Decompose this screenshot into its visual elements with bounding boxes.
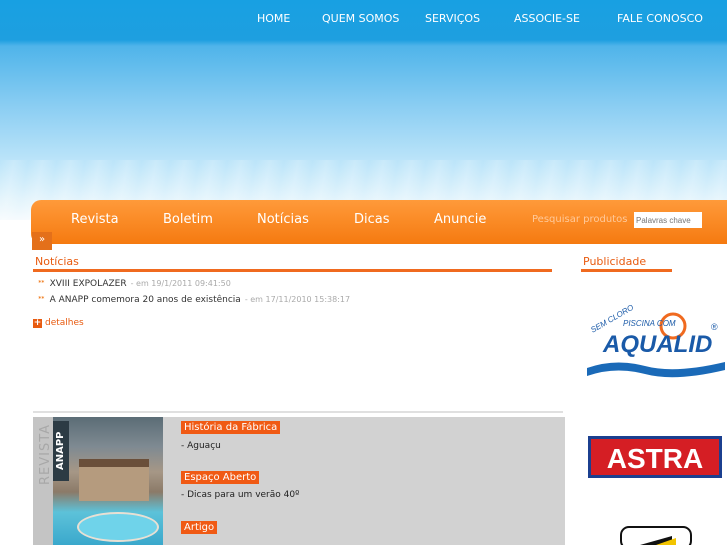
main-nav-revista[interactable]: Revista xyxy=(71,212,119,227)
main-nav-boletim[interactable]: Boletim xyxy=(163,212,213,227)
aqualid-wave xyxy=(587,362,725,378)
nav-servicos[interactable]: SERVIÇOS xyxy=(425,12,480,25)
magazine-logo: ANAPP xyxy=(53,421,69,481)
hero-banner xyxy=(0,0,727,220)
nav-quem-somos[interactable]: QUEM SOMOS xyxy=(322,12,399,25)
cover-pool xyxy=(77,512,159,542)
news-item[interactable]: ᕯ XVIII EXPOLAZER - em 19/1/2011 09:41:50 xyxy=(38,279,231,289)
search-label: Pesquisar produtos xyxy=(532,214,628,225)
details-link[interactable]: + detalhes xyxy=(33,318,84,328)
content-divider xyxy=(33,411,563,413)
news-item-date: - em 17/11/2010 15:38:17 xyxy=(244,295,351,304)
aqualid-ad[interactable]: SEM CLORO PISCINA COM AQUALID ® xyxy=(585,290,727,380)
search-input[interactable] xyxy=(634,212,702,228)
rss-icon: ᕯ xyxy=(38,279,45,288)
top-nav: HOME QUEM SOMOS SERVIÇOS ASSOCIE-SE FALE… xyxy=(0,12,727,26)
news-item-title[interactable]: XVIII EXPOLAZER xyxy=(50,279,127,289)
main-nav-bar: Revista Boletim Notícias Dicas Anuncie P… xyxy=(31,200,727,244)
section-desc: - Aguaçu xyxy=(181,441,221,451)
main-nav-dicas[interactable]: Dicas xyxy=(354,212,390,227)
rss-icon: ᕯ xyxy=(38,295,45,304)
nav-fale-conosco[interactable]: FALE CONOSCO xyxy=(617,12,703,25)
cover-house xyxy=(79,459,149,501)
magazine-side-label: REVISTA xyxy=(38,423,54,486)
raquo-button[interactable]: » xyxy=(32,232,52,250)
aqualid-reg: ® xyxy=(711,322,718,332)
magazine-panel: REVISTA ANAPP História da Fábrica - Agua… xyxy=(33,417,565,545)
aqualid-brand: AQUALID xyxy=(602,331,712,358)
section-tag[interactable]: Espaço Aberto xyxy=(181,471,260,484)
ads-underline xyxy=(581,269,672,272)
astra-ad[interactable]: ASTRA xyxy=(588,436,722,478)
plus-icon: + xyxy=(33,318,42,328)
main-nav-noticias[interactable]: Notícias xyxy=(257,212,309,227)
main-nav-anuncie[interactable]: Anuncie xyxy=(434,212,486,227)
nav-associe-se[interactable]: ASSOCIE-SE xyxy=(514,12,580,25)
section-tag[interactable]: História da Fábrica xyxy=(181,421,281,434)
news-item-date: - em 19/1/2011 09:41:50 xyxy=(130,279,231,288)
magazine-cover[interactable]: ANAPP xyxy=(53,417,163,545)
details-label[interactable]: detalhes xyxy=(45,318,84,328)
news-item-title[interactable]: A ANAPP comemora 20 anos de existência xyxy=(50,295,241,305)
third-ad[interactable] xyxy=(620,526,692,545)
nav-home[interactable]: HOME xyxy=(257,12,290,25)
section-desc: - Dicas para um verão 40º xyxy=(181,490,300,500)
aqualid-sub: PISCINA COM xyxy=(623,319,676,328)
astra-brand: ASTRA xyxy=(607,443,703,474)
ads-title: Publicidade xyxy=(583,255,647,268)
section-tag[interactable]: Artigo xyxy=(181,521,218,534)
news-item[interactable]: ᕯ A ANAPP comemora 20 anos de existência -… xyxy=(38,295,350,305)
news-title: Notícias xyxy=(35,255,79,268)
magazine-side-strip: REVISTA xyxy=(33,417,53,545)
news-underline xyxy=(33,269,552,272)
